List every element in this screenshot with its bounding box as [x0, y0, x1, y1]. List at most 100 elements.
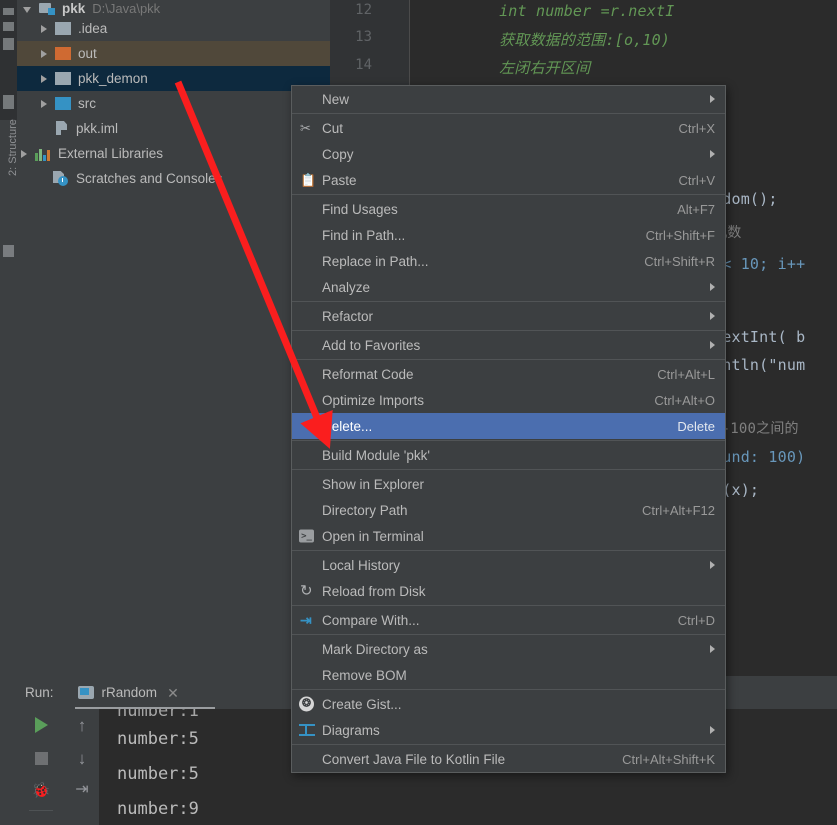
menu-separator	[292, 634, 725, 635]
bookmarks-icon[interactable]	[3, 245, 14, 257]
no-icon	[294, 751, 322, 767]
no-icon	[294, 641, 322, 657]
github-icon: ❂	[294, 696, 322, 712]
menu-separator	[292, 330, 725, 331]
menu-item-local-history[interactable]: Local History	[292, 552, 725, 578]
tree-row-external-libraries[interactable]: External Libraries	[17, 141, 330, 166]
chevron-right-icon[interactable]	[41, 24, 47, 33]
close-icon[interactable]: ✕	[167, 686, 179, 700]
no-icon	[294, 253, 322, 269]
menu-item-reformat-code[interactable]: Reformat Code Ctrl+Alt+L	[292, 361, 725, 387]
no-icon	[294, 447, 322, 463]
run-label: Run:	[25, 685, 54, 700]
reload-icon: ↻	[300, 582, 313, 600]
menu-item-find-usages[interactable]: Find Usages Alt+F7	[292, 196, 725, 222]
console-line-clipped: number:1	[117, 709, 199, 721]
no-icon	[294, 308, 322, 324]
project-tool-window[interactable]: pkk D:\Java\pkk .idea out pkk_demon src	[17, 0, 330, 676]
debug-button[interactable]: 🐞	[30, 779, 52, 801]
menu-item-remove-bom[interactable]: Remove BOM	[292, 662, 725, 688]
menu-item-refactor[interactable]: Refactor	[292, 303, 725, 329]
scratches-icon	[53, 171, 69, 186]
menu-item-add-to-favorites[interactable]: Add to Favorites	[292, 332, 725, 358]
no-icon	[294, 227, 322, 243]
favorites-icon[interactable]	[3, 38, 14, 50]
soft-wrap-button[interactable]: ⇥	[71, 779, 93, 801]
menu-item-directory-path[interactable]: Directory Path Ctrl+Alt+F12	[292, 497, 725, 523]
no-icon	[294, 201, 322, 217]
code-line: 获取数据的范围:[o,10)	[416, 31, 671, 49]
menu-item-analyze[interactable]: Analyze	[292, 274, 725, 300]
chevron-down-icon[interactable]	[23, 7, 31, 13]
compare-icon: ⇥	[300, 612, 312, 628]
tree-row-pkk-demon[interactable]: pkk_demon	[17, 66, 330, 91]
structure-icon[interactable]	[3, 8, 14, 15]
module-icon	[39, 2, 55, 16]
chevron-right-icon[interactable]	[41, 99, 47, 108]
menu-item-optimize-imports[interactable]: Optimize Imports Ctrl+Alt+O	[292, 387, 725, 413]
run-tab-rrandom[interactable]: rRandom ✕	[77, 685, 179, 700]
gutter-line-number: 14	[355, 57, 372, 73]
context-menu[interactable]: New ✂ Cut Ctrl+X Copy 📋 Paste Ctrl+V Fin…	[291, 85, 726, 773]
menu-separator	[292, 469, 725, 470]
menu-shortcut: Alt+F7	[677, 201, 715, 217]
tree-row-out[interactable]: out	[17, 41, 330, 66]
tree-row-pkk-iml[interactable]: pkk.iml	[17, 116, 330, 141]
stop-button[interactable]	[30, 747, 52, 769]
code-line: int number =r.nextI	[416, 2, 675, 20]
gutter-line-number: 13	[355, 29, 372, 45]
diagram-icon	[294, 722, 322, 738]
menu-shortcut: Ctrl+Shift+R	[644, 253, 715, 269]
menu-item-reload-from-disk[interactable]: ↻ Reload from Disk	[292, 578, 725, 604]
tree-item-label: out	[78, 46, 97, 61]
menu-item-convert-java-to-kotlin[interactable]: Convert Java File to Kotlin File Ctrl+Al…	[292, 746, 725, 772]
menu-item-create-gist[interactable]: ❂ Create Gist...	[292, 691, 725, 717]
menu-shortcut: Delete	[677, 418, 715, 434]
tree-row-idea[interactable]: .idea	[17, 16, 330, 41]
menu-item-mark-directory-as[interactable]: Mark Directory as	[292, 636, 725, 662]
scroll-down-button[interactable]: ↓	[71, 747, 93, 769]
structure-tab-label[interactable]: 2: Structure	[0, 119, 19, 230]
menu-shortcut: Ctrl+V	[678, 172, 715, 188]
menu-item-paste[interactable]: 📋 Paste Ctrl+V	[292, 167, 725, 193]
menu-item-replace-in-path[interactable]: Replace in Path... Ctrl+Shift+R	[292, 248, 725, 274]
no-icon	[294, 502, 322, 518]
menu-shortcut: Ctrl+Alt+F12	[642, 502, 715, 518]
no-icon	[294, 279, 322, 295]
menu-item-compare-with[interactable]: ⇥ Compare With... Ctrl+D	[292, 607, 725, 633]
menu-item-copy[interactable]: Copy	[292, 141, 725, 167]
project-icon[interactable]	[3, 22, 14, 31]
folder-grey-icon	[55, 72, 71, 85]
menu-item-find-in-path[interactable]: Find in Path... Ctrl+Shift+F	[292, 222, 725, 248]
build-icon[interactable]	[3, 95, 14, 109]
menu-item-new[interactable]: New	[292, 86, 725, 112]
console-line: number:9	[117, 799, 199, 819]
chevron-right-icon[interactable]	[21, 149, 27, 158]
menu-separator	[292, 744, 725, 745]
chevron-right-icon[interactable]	[41, 74, 47, 83]
no-icon	[294, 392, 322, 408]
no-icon	[294, 418, 322, 434]
gutter-line-number: 12	[355, 2, 372, 18]
run-toolbar-primary[interactable]: 🐞	[17, 709, 65, 825]
run-toolbar-secondary[interactable]: ↑ ↓ ⇥	[65, 709, 99, 825]
menu-item-cut[interactable]: ✂ Cut Ctrl+X	[292, 115, 725, 141]
menu-item-build-module[interactable]: Build Module 'pkk'	[292, 442, 725, 468]
submenu-arrow-icon	[710, 561, 715, 569]
terminal-icon: >_	[294, 528, 322, 544]
console-line: number:5	[117, 764, 199, 784]
rerun-button[interactable]	[30, 714, 52, 736]
menu-item-delete[interactable]: Delete... Delete	[292, 413, 725, 439]
menu-shortcut: Ctrl+Alt+L	[657, 366, 715, 382]
menu-shortcut: Ctrl+X	[678, 120, 715, 136]
tree-row-scratches-and-consoles[interactable]: Scratches and Consoles	[17, 166, 330, 191]
menu-item-show-in-explorer[interactable]: Show in Explorer	[292, 471, 725, 497]
menu-item-open-in-terminal[interactable]: >_ Open in Terminal	[292, 523, 725, 549]
tree-item-label: src	[78, 96, 96, 111]
menu-shortcut: Ctrl+Alt+O	[654, 392, 715, 408]
tree-row-src[interactable]: src	[17, 91, 330, 116]
chevron-right-icon[interactable]	[41, 49, 47, 58]
menu-item-diagrams[interactable]: Diagrams	[292, 717, 725, 743]
scroll-up-button[interactable]: ↑	[71, 714, 93, 736]
menu-separator	[292, 301, 725, 302]
